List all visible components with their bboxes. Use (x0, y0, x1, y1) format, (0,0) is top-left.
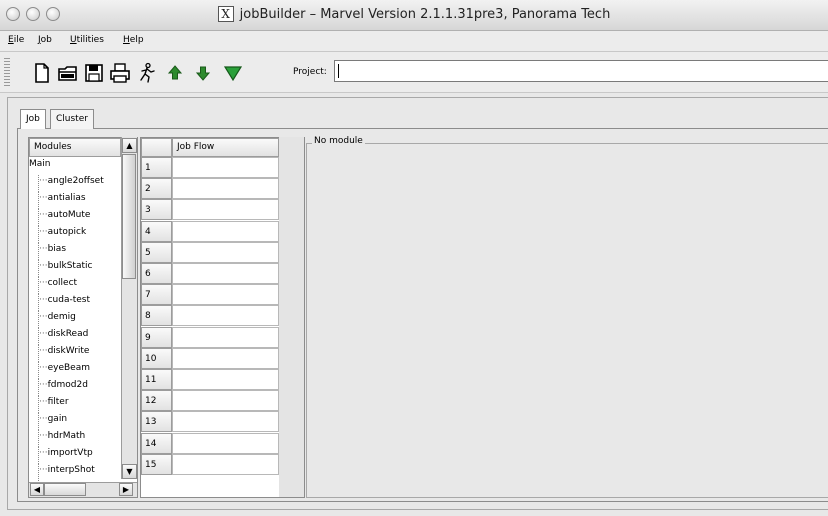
tree-item[interactable]: ···interpShot (29, 464, 122, 481)
print-icon[interactable] (109, 62, 131, 84)
toolbar-grip[interactable] (4, 58, 10, 86)
window-title: XjobBuilder – Marvel Version 2.1.1.31pre… (0, 6, 828, 22)
toolbar: Project: (0, 52, 828, 93)
jobflow-row-number[interactable]: 15 (141, 453, 172, 475)
scroll-up-arrow-icon[interactable]: ▲ (122, 138, 137, 153)
save-icon[interactable] (83, 62, 105, 84)
x11-icon: X (217, 6, 234, 22)
tab-job[interactable]: Job (20, 109, 46, 129)
menu-job[interactable]: Job (38, 35, 52, 45)
jobflow-row-number[interactable]: 13 (141, 411, 172, 433)
new-file-icon[interactable] (31, 62, 53, 84)
tree-item[interactable]: ···gain (29, 413, 122, 430)
jobflow-row-number[interactable]: 2 (141, 178, 172, 200)
scroll-right-arrow-icon[interactable]: ▶ (119, 483, 133, 496)
jobflow-cell[interactable] (172, 263, 279, 284)
jobflow-cell[interactable] (172, 157, 279, 178)
jobflow-cell[interactable] (172, 199, 279, 221)
move-down-icon[interactable] (192, 62, 214, 84)
module-detail-panel (306, 143, 828, 498)
tree-item[interactable]: ···hdrMath (29, 430, 122, 447)
filter-icon[interactable] (222, 62, 244, 84)
project-label: Project: (293, 67, 327, 77)
scroll-down-arrow-icon[interactable]: ▼ (122, 464, 137, 479)
jobflow-row-number[interactable]: 11 (141, 369, 172, 390)
menu-file[interactable]: Eile (8, 35, 24, 45)
jobflow-cell[interactable] (172, 178, 279, 200)
jobflow-row-number[interactable]: 7 (141, 284, 172, 306)
jobflow-row-number[interactable]: 1 (141, 157, 172, 178)
jobflow-row-number[interactable]: 4 (141, 220, 172, 242)
modules-tree: Main ···angle2offset ···antialias ···aut… (29, 158, 122, 481)
jobflow-cell[interactable] (172, 432, 279, 454)
jobflow-cell[interactable] (172, 305, 279, 327)
jobflow-row-number[interactable]: 9 (141, 326, 172, 348)
jobflow-row-number[interactable]: 14 (141, 432, 172, 454)
title-bar: XjobBuilder – Marvel Version 2.1.1.31pre… (0, 0, 828, 31)
tree-item[interactable]: ···autoMute (29, 209, 122, 226)
window-title-text: jobBuilder – Marvel Version 2.1.1.31pre3… (239, 7, 611, 22)
jobflow-row-number[interactable]: 6 (141, 263, 172, 284)
jobflow-cell[interactable] (172, 220, 279, 242)
tree-item[interactable]: ···demig (29, 311, 122, 328)
menu-help[interactable]: Help (123, 35, 144, 45)
jobflow-cell[interactable] (172, 326, 279, 348)
tree-item[interactable]: ···filter (29, 396, 122, 413)
run-icon[interactable] (136, 62, 158, 84)
modules-scroll-thumb[interactable] (122, 154, 136, 279)
project-input[interactable] (334, 60, 828, 82)
tree-item[interactable]: ···cuda-test (29, 294, 122, 311)
tree-item[interactable]: ···angle2offset (29, 175, 122, 192)
menu-bar: Eile Job Utilities Help (0, 31, 828, 52)
move-up-icon[interactable] (164, 62, 186, 84)
jobflow-row-number[interactable]: 5 (141, 241, 172, 263)
tab-cluster[interactable]: Cluster (50, 109, 94, 129)
tree-item[interactable]: ···fdmod2d (29, 379, 122, 396)
module-detail-label: No module (312, 136, 365, 146)
scroll-left-arrow-icon[interactable]: ◀ (30, 483, 44, 496)
tree-item[interactable]: ···eyeBeam (29, 362, 122, 379)
tree-item[interactable]: ···bias (29, 243, 122, 260)
tree-item[interactable]: ···diskRead (29, 328, 122, 345)
jobflow-corner-header (141, 138, 172, 157)
open-icon[interactable] (57, 62, 79, 84)
jobflow-row-number[interactable]: 3 (141, 199, 172, 221)
tree-root-main[interactable]: Main (29, 158, 122, 175)
tree-item[interactable]: ···diskWrite (29, 345, 122, 362)
tree-item[interactable]: ···collect (29, 277, 122, 294)
jobflow-row-number[interactable]: 12 (141, 390, 172, 412)
tree-item[interactable]: ···bulkStatic (29, 260, 122, 277)
tree-item[interactable]: ···antialias (29, 192, 122, 209)
menu-utilities[interactable]: Utilities (70, 35, 104, 45)
jobflow-cell[interactable] (172, 453, 279, 475)
jobflow-cell[interactable] (172, 369, 279, 390)
tree-item[interactable]: ···autopick (29, 226, 122, 243)
jobflow-row-number[interactable]: 10 (141, 347, 172, 369)
modules-column-header[interactable]: Modules (29, 138, 121, 157)
jobflow-filler (279, 137, 304, 497)
jobflow-cell[interactable] (172, 347, 279, 369)
jobflow-row-number[interactable]: 8 (141, 305, 172, 327)
jobflow-cell[interactable] (172, 241, 279, 263)
jobflow-cell[interactable] (172, 411, 279, 433)
jobflow-cell[interactable] (172, 390, 279, 412)
text-caret (338, 64, 339, 78)
jobflow-column-header[interactable]: Job Flow (172, 138, 279, 157)
tree-item[interactable]: ···importVtp (29, 447, 122, 464)
modules-horizontal-thumb[interactable] (44, 483, 86, 496)
jobflow-cell[interactable] (172, 284, 279, 306)
